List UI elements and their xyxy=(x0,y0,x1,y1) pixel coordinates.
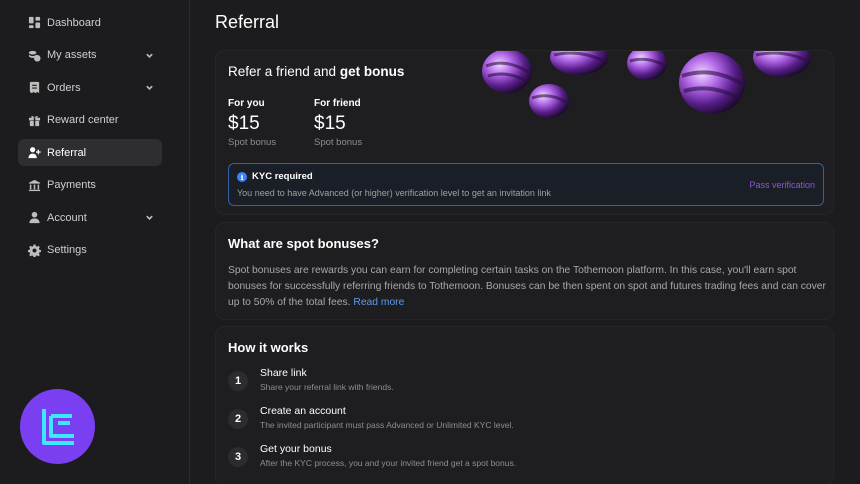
chevron-down-icon[interactable] xyxy=(145,213,154,222)
sidebar-item-label: Dashboard xyxy=(47,16,101,29)
refer-title-prefix: Refer a friend and xyxy=(228,64,340,79)
referral-card: Refer a friend and get bonus For you $15… xyxy=(215,50,834,215)
bonus-amount: $15 xyxy=(314,113,346,134)
step-title: Create an account xyxy=(260,405,346,417)
step-desc: After the KYC process, you and your invi… xyxy=(260,458,517,468)
sidebar-item-label: Payments xyxy=(47,179,96,191)
spot-bonuses-body: Spot bonuses are rewards you can earn fo… xyxy=(228,265,826,308)
step-desc: Share your referral link with friends. xyxy=(260,382,394,392)
pass-verification-link[interactable]: Pass verification xyxy=(749,180,815,190)
step-title: Get your bonus xyxy=(260,443,332,455)
dashboard-icon xyxy=(27,16,41,30)
kyc-alert: i KYC required You need to have Advanced… xyxy=(228,163,824,206)
step-number: 2 xyxy=(228,409,248,429)
step-item: 1 Share link Share your referral link wi… xyxy=(228,367,818,401)
spot-bonuses-text: Spot bonuses are rewards you can earn fo… xyxy=(228,263,828,311)
gift-icon xyxy=(27,113,41,127)
kyc-title: KYC required xyxy=(252,171,313,182)
add-user-icon xyxy=(27,146,41,160)
bonus-for-you: For you $15 Spot bonus xyxy=(228,98,276,148)
sidebar-item-referral[interactable]: Referral xyxy=(18,139,162,166)
sidebar-item-label: Settings xyxy=(47,244,87,256)
sidebar-item-orders[interactable]: Orders xyxy=(18,74,162,101)
bonus-amount: $15 xyxy=(228,113,260,134)
sidebar-item-label: Reward center xyxy=(47,114,119,126)
step-number: 3 xyxy=(228,447,248,467)
orders-icon xyxy=(27,81,41,95)
user-icon xyxy=(27,211,41,225)
gear-icon xyxy=(27,243,41,257)
how-it-works-card: How it works 1 Share link Share your ref… xyxy=(215,326,834,484)
coins-icon xyxy=(27,48,41,62)
bonus-sub: Spot bonus xyxy=(228,137,277,148)
step-desc: The invited participant must pass Advanc… xyxy=(260,420,514,430)
refer-title-bold: get bonus xyxy=(339,64,405,79)
read-more-link[interactable]: Read more xyxy=(353,297,404,308)
step-item: 3 Get your bonus After the KYC process, … xyxy=(228,443,818,477)
chevron-down-icon[interactable] xyxy=(145,83,154,92)
step-item: 2 Create an account The invited particip… xyxy=(228,405,818,439)
logo-icon xyxy=(41,408,74,445)
bank-icon xyxy=(27,178,41,192)
sidebar-item-dashboard[interactable]: Dashboard xyxy=(18,9,162,36)
step-title: Share link xyxy=(260,367,307,379)
bonus-for-friend: For friend $15 Spot bonus xyxy=(314,98,362,148)
kyc-text: You need to have Advanced (or higher) ve… xyxy=(237,188,551,198)
bonus-sub: Spot bonus xyxy=(314,137,363,148)
sidebar-item-label: Account xyxy=(47,211,87,224)
page-title: Referral xyxy=(215,12,280,32)
spot-bonuses-card: What are spot bonuses? Spot bonuses are … xyxy=(215,222,834,320)
info-icon: i xyxy=(237,172,247,182)
sidebar-item-account[interactable]: Account xyxy=(18,204,162,231)
section-title: What are spot bonuses? xyxy=(228,236,379,251)
sidebar-item-label: My assets xyxy=(47,49,97,61)
section-title: How it works xyxy=(228,340,309,355)
chevron-down-icon[interactable] xyxy=(145,51,154,60)
sidebar-item-label: Referral xyxy=(47,146,87,159)
bonus-label: For you xyxy=(228,98,265,109)
sidebar-item-settings[interactable]: Settings xyxy=(18,237,162,264)
sidebar-item-payments[interactable]: Payments xyxy=(18,172,162,199)
bonus-label: For friend xyxy=(314,98,361,109)
sidebar-item-my-assets[interactable]: My assets xyxy=(18,42,162,69)
step-number: 1 xyxy=(228,371,248,391)
refer-title: Refer a friend and get bonus xyxy=(228,64,404,79)
sidebar-item-label: Orders xyxy=(47,81,81,94)
coins-illustration xyxy=(482,51,811,118)
brand-logo xyxy=(20,389,95,464)
sidebar-item-reward-center[interactable]: Reward center xyxy=(18,107,162,134)
